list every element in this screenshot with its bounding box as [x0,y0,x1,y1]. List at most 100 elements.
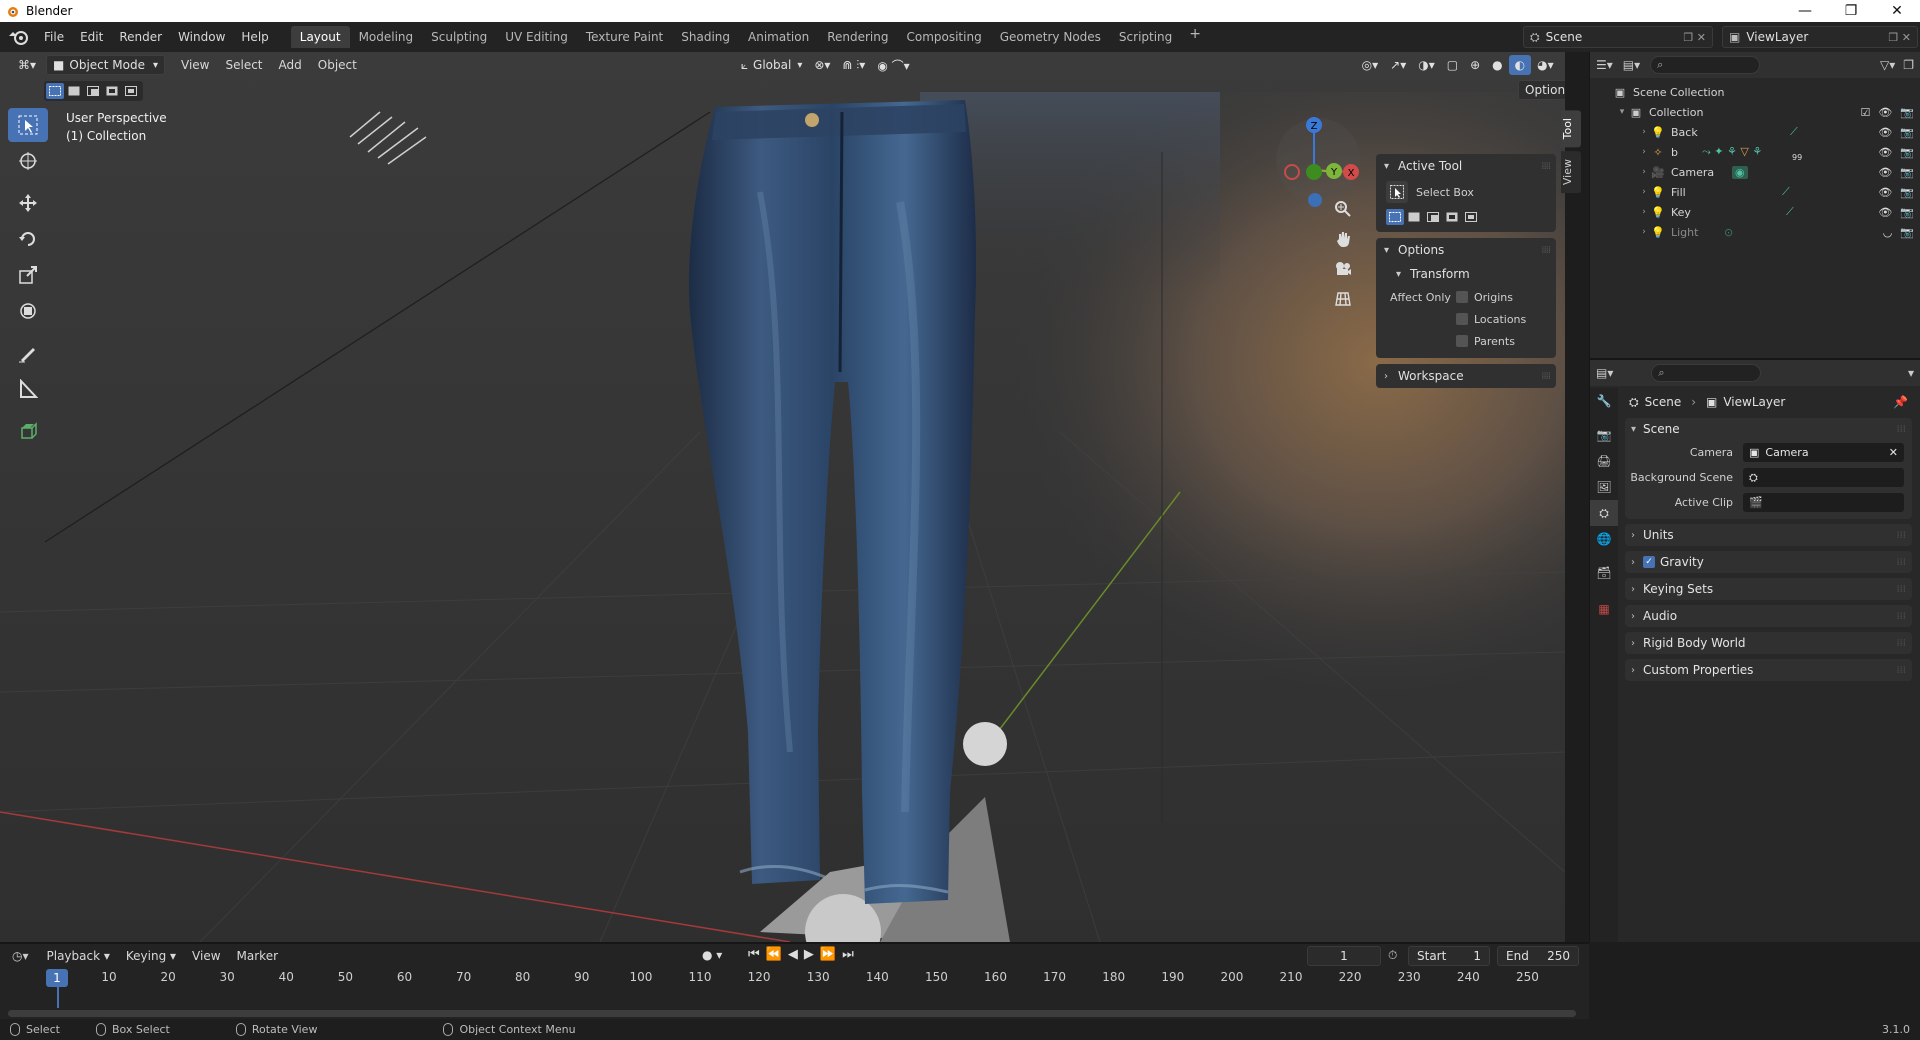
active-clip-field[interactable]: 🎬 [1743,493,1904,512]
outliner-search-input[interactable]: ⌕ [1650,56,1761,74]
eye-icon[interactable]: 👁 [1878,186,1892,199]
pivot-point-icon[interactable]: ⊗▾ [808,55,836,75]
marker-menu[interactable]: Marker [229,949,286,963]
select-invert-icon[interactable] [1443,209,1461,225]
outliner-item-camera[interactable]: › 🎥 Camera ◉ 👁 📷 [1590,162,1920,182]
tab-uv-editing[interactable]: UV Editing [496,26,577,48]
select-new-icon[interactable] [46,83,64,99]
rigid-body-world-panel-header[interactable]: › Rigid Body World ⁞⁞⁞ [1625,632,1912,654]
origins-checkbox[interactable] [1456,291,1468,303]
camera-data-icon[interactable]: ◉ [1732,165,1748,179]
camera-render-icon[interactable]: 📷 [1900,106,1914,119]
outliner-item-b[interactable]: › ✧ b ⤳ ✦ ⚘ ▽ ⚘ 99 👁 📷 [1590,142,1920,162]
outliner-item-key[interactable]: › 💡 Key ⟋ 👁 📷 [1590,202,1920,222]
material-shading-icon[interactable]: ◐ [1508,55,1532,75]
editor-type-button[interactable]: ⌘▾ [12,55,42,75]
expand-icon[interactable]: › [1638,187,1650,197]
minimize-button[interactable]: — [1782,0,1828,22]
scale-tool-icon[interactable] [8,258,48,292]
orthographic-grid-icon[interactable] [1330,286,1356,312]
viewport-menu-object[interactable]: Object [310,58,365,72]
gravity-panel-header[interactable]: › ✓ Gravity ⁞⁞⁞ [1625,551,1912,573]
mode-selector[interactable]: ■ Object Mode ▾ [46,55,165,75]
editor-type-icon[interactable]: ◷▾ [12,949,29,963]
wireframe-shading-icon[interactable]: ⊕ [1464,55,1486,75]
playback-menu[interactable]: Playback ▾ [39,949,118,963]
transform-tool-icon[interactable] [8,294,48,328]
maximize-button[interactable]: ❐ [1828,0,1874,22]
expand-icon[interactable]: › [1638,147,1650,157]
zoom-icon[interactable] [1330,196,1356,222]
current-frame-indicator[interactable]: 1 [46,969,68,987]
expand-icon[interactable]: › [1638,207,1650,217]
select-subtract-icon[interactable] [84,83,102,99]
editor-type-icon[interactable]: ▤▾ [1596,366,1613,380]
close-button[interactable]: ✕ [1874,0,1920,22]
measure-tool-icon[interactable] [8,372,48,406]
keying-sets-panel-header[interactable]: › Keying Sets ⁞⁞⁞ [1625,578,1912,600]
eye-icon[interactable]: 👁 [1878,206,1892,219]
filter-icon[interactable]: ▽▾ [1880,58,1895,72]
background-scene-field[interactable]: ⛭ [1743,468,1904,487]
pin-icon[interactable]: 📌 [1893,395,1908,409]
select-intersect-icon[interactable] [1462,209,1480,225]
select-subtract-icon[interactable] [1424,209,1442,225]
select-box-tool-icon[interactable] [8,108,48,142]
collection-row[interactable]: ▾ ▣ Collection ☑ 👁 📷 [1590,102,1920,122]
annotate-tool-icon[interactable] [8,336,48,370]
eye-icon[interactable]: 👁 [1878,126,1892,139]
expand-icon[interactable]: › [1638,127,1650,137]
collection-properties-icon[interactable]: 🗃 [1590,560,1618,586]
expand-icon[interactable]: › [1638,227,1650,237]
world-properties-icon[interactable]: 🌐 [1590,526,1618,552]
gravity-checkbox[interactable]: ✓ [1643,556,1655,568]
eye-icon[interactable]: 👁 [1878,146,1892,159]
tab-texture-paint[interactable]: Texture Paint [577,26,672,48]
record-keyframe-icon[interactable]: ● ▾ [702,948,722,962]
tab-shading[interactable]: Shading [672,26,739,48]
camera-view-icon[interactable] [1330,256,1356,282]
texture-properties-icon[interactable]: ▦ [1590,596,1618,622]
camera-render-icon[interactable]: 📷 [1900,166,1914,179]
3d-viewport[interactable]: ⌘▾ ■ Object Mode ▾ View Select Add Object … [0,52,1565,942]
editor-type-icon[interactable]: ☰▾ [1596,58,1613,72]
expand-icon[interactable]: › [1638,167,1650,177]
audio-panel-header[interactable]: › Audio ⁞⁞⁞ [1625,605,1912,627]
select-invert-icon[interactable] [103,83,121,99]
options-chevron-icon[interactable]: ▾ [1908,366,1914,380]
viewport-menu-select[interactable]: Select [217,58,270,72]
units-panel-header[interactable]: › Units ⁞⁞⁞ [1625,524,1912,546]
xray-toggle-icon[interactable]: ▢ [1441,55,1464,75]
tab-modeling[interactable]: Modeling [350,26,423,48]
solid-shading-icon[interactable]: ● [1486,55,1508,75]
camera-render-icon[interactable]: 📷 [1900,186,1914,199]
workspace-header[interactable]: › Workspace ⁞⁞⁞⁞ [1376,364,1556,388]
light-data-icon[interactable]: ⟋ [1790,125,1798,139]
visibility-icon[interactable]: ◎▾ [1356,55,1385,75]
menu-render[interactable]: Render [111,30,170,44]
eye-icon[interactable]: 👁 [1878,166,1892,179]
eye-hidden-icon[interactable]: ◡ [1883,226,1893,239]
custom-properties-panel-header[interactable]: › Custom Properties ⁞⁞⁞ [1625,659,1912,681]
move-tool-icon[interactable] [8,186,48,220]
menu-file[interactable]: File [36,30,72,44]
playhead[interactable] [57,986,59,1008]
rendered-shading-icon[interactable]: ◕▾ [1531,55,1560,75]
viewport-menu-view[interactable]: View [173,58,217,72]
properties-search-input[interactable]: ⌕ [1651,364,1762,382]
select-extend-icon[interactable] [65,83,83,99]
point-light-data-icon[interactable]: ⊙ [1724,226,1733,239]
expand-collapse-icon[interactable]: ▾ [1616,107,1628,117]
playback-controls[interactable]: ⏮⏪◀▶⏩⏭ [748,947,860,962]
output-properties-icon[interactable]: 🖨 [1590,448,1618,474]
parents-checkbox[interactable] [1456,335,1468,347]
keying-menu[interactable]: Keying ▾ [118,949,184,963]
view-layer-properties-icon[interactable]: 🖼 [1590,474,1618,500]
transform-subheader[interactable]: ▾ Transform [1376,262,1556,286]
current-frame-field[interactable]: 1 [1307,946,1381,966]
new-layer-icon[interactable]: ❐ ✕ [1888,31,1911,44]
select-intersect-icon[interactable] [122,83,140,99]
menu-window[interactable]: Window [170,30,233,44]
preview-range-icon[interactable]: ⏱ [1388,948,1397,963]
camera-render-icon[interactable]: 📷 [1900,146,1914,159]
